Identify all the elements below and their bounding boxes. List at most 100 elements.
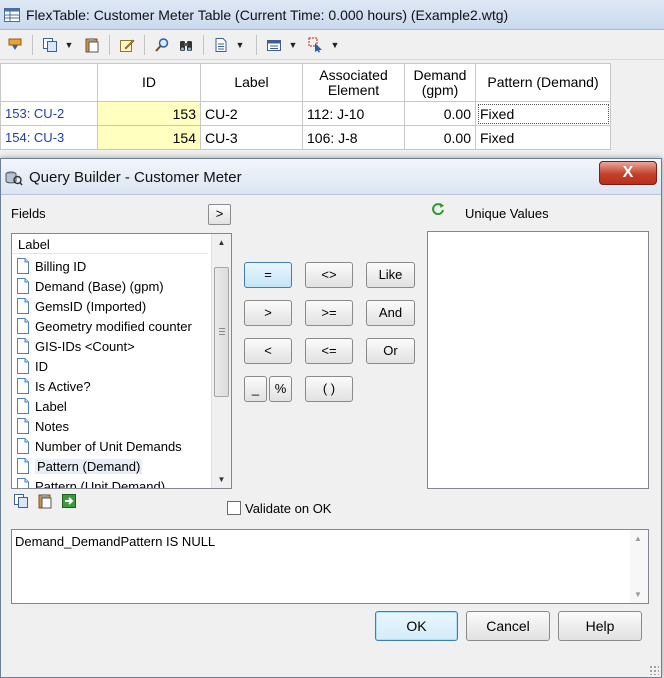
cell-id[interactable]: 153: [97, 101, 201, 126]
help-button[interactable]: Help: [558, 611, 642, 641]
scroll-up-icon[interactable]: ▲: [634, 534, 642, 543]
scrollbar-thumb[interactable]: [214, 267, 229, 397]
zoom-to-button[interactable]: [4, 34, 26, 56]
field-list-item-label: ID: [35, 358, 48, 374]
dialog-title-bar: Query Builder - Customer Meter X: [1, 159, 661, 195]
ok-button[interactable]: OK: [375, 611, 458, 641]
column-header-pattern-demand[interactable]: Pattern (Demand): [475, 63, 611, 102]
cell-demand[interactable]: 0.00: [404, 101, 476, 126]
field-list-item[interactable]: Pattern (Unit Demand): [16, 476, 166, 489]
field-list-item[interactable]: GemsID (Imported): [16, 296, 146, 316]
less-or-equal-button[interactable]: <=: [305, 338, 353, 364]
scroll-down-icon[interactable]: ▼: [634, 590, 642, 599]
edit-button[interactable]: [116, 34, 138, 56]
cell-demand[interactable]: 0.00: [404, 125, 476, 150]
paste-icon: [85, 37, 99, 52]
copy-button[interactable]: [39, 34, 61, 56]
copy-dropdown-arrow[interactable]: ▼: [63, 34, 75, 56]
report-dropdown-arrow[interactable]: ▼: [234, 34, 246, 56]
toolbar-separator: [32, 34, 33, 55]
and-button[interactable]: And: [366, 300, 415, 326]
add-field-button[interactable]: >: [208, 204, 231, 225]
unique-values-list[interactable]: [427, 231, 649, 489]
options-dropdown-arrow[interactable]: ▼: [287, 34, 299, 56]
toolbar-separator: [203, 34, 204, 55]
greater-or-equal-button[interactable]: >=: [305, 300, 353, 326]
percent-wildcard-button[interactable]: %: [269, 376, 292, 402]
cell-id[interactable]: 154: [97, 125, 201, 150]
scroll-down-icon[interactable]: ▼: [212, 471, 231, 488]
refresh-icon[interactable]: [431, 202, 445, 216]
document-icon: [17, 478, 29, 488]
resize-grip[interactable]: [649, 665, 659, 675]
flextable-grid: ID Label Associated Element Demand (gpm)…: [0, 63, 611, 150]
close-icon: X: [622, 164, 634, 181]
validate-on-ok-label: Validate on OK: [245, 501, 332, 516]
field-list-item[interactable]: Geometry modified counter: [16, 316, 192, 336]
cancel-button[interactable]: Cancel: [466, 611, 550, 641]
column-header-demand[interactable]: Demand (gpm): [404, 63, 476, 102]
field-list-item[interactable]: GIS-IDs <Count>: [16, 336, 135, 356]
fields-list[interactable]: Label Billing ID Demand (Base) (gpm) GemsI…: [11, 233, 232, 489]
cell-associated-element[interactable]: 112: J-10: [302, 101, 405, 126]
copy-field-icon[interactable]: [13, 493, 29, 509]
field-list-item[interactable]: Billing ID: [16, 256, 86, 276]
scroll-up-icon[interactable]: ▲: [212, 234, 231, 251]
filter-button[interactable]: [305, 34, 327, 56]
field-list-item[interactable]: Pattern (Demand): [16, 456, 143, 476]
document-icon: [17, 398, 29, 414]
document-icon: [17, 318, 29, 334]
field-list-item-label: Pattern (Demand): [35, 458, 143, 474]
filter-dropdown-arrow[interactable]: ▼: [329, 34, 341, 56]
field-list-item[interactable]: Number of Unit Demands: [16, 436, 182, 456]
table-row[interactable]: 154: CU-3 154 CU-3 106: J-8 0.00 Fixed: [0, 125, 611, 150]
query-scrollbar[interactable]: ▲ ▼: [630, 530, 648, 603]
field-list-item-label: Billing ID: [35, 258, 87, 274]
field-list-item[interactable]: ID: [16, 356, 48, 376]
document-icon: [17, 258, 29, 274]
find-button[interactable]: [151, 34, 173, 56]
column-header-label[interactable]: Label: [200, 63, 303, 102]
field-list-item[interactable]: Demand (Base) (gpm): [16, 276, 164, 296]
field-list-item-label: Pattern (Unit Demand): [35, 478, 166, 489]
cell-pattern-demand[interactable]: Fixed: [475, 125, 611, 150]
equals-button[interactable]: =: [244, 262, 292, 288]
cell-label[interactable]: CU-3: [200, 125, 303, 150]
column-header-associated-element[interactable]: Associated Element: [302, 63, 405, 102]
paste-field-icon[interactable]: [37, 493, 53, 509]
insert-field-icon[interactable]: [61, 493, 77, 509]
paste-button[interactable]: [81, 34, 103, 56]
underscore-wildcard-button[interactable]: _: [244, 376, 267, 402]
row-header[interactable]: 154: CU-3: [0, 125, 98, 150]
options-button[interactable]: [263, 34, 285, 56]
validate-on-ok-checkbox[interactable]: [227, 501, 241, 515]
document-icon: [17, 418, 29, 434]
fields-scrollbar[interactable]: ▲ ▼: [211, 234, 231, 488]
field-list-item[interactable]: Notes: [16, 416, 69, 436]
flextable-title-bar: FlexTable: Customer Meter Table (Current…: [0, 0, 664, 30]
close-button[interactable]: X: [599, 161, 657, 185]
greater-than-button[interactable]: >: [244, 300, 292, 326]
unique-values-label: Unique Values: [465, 206, 549, 221]
table-row[interactable]: 153: CU-2 153 CU-2 112: J-10 0.00 Fixed: [0, 101, 611, 126]
report-button[interactable]: [210, 34, 232, 56]
less-than-button[interactable]: <: [244, 338, 292, 364]
like-button[interactable]: Like: [366, 262, 415, 288]
or-button[interactable]: Or: [366, 338, 415, 364]
cell-label[interactable]: CU-2: [200, 101, 303, 126]
not-equals-button[interactable]: <>: [305, 262, 353, 288]
query-text-area[interactable]: Demand_DemandPattern IS NULL ▲ ▼: [11, 529, 649, 604]
column-header-id[interactable]: ID: [97, 63, 201, 102]
field-list-item-label: Notes: [35, 418, 69, 434]
field-list-item[interactable]: Label: [16, 396, 67, 416]
filter-icon: [308, 37, 322, 52]
binoculars-button[interactable]: [175, 34, 197, 56]
parentheses-button[interactable]: ( ): [305, 376, 353, 402]
cell-pattern-demand[interactable]: Fixed: [475, 101, 611, 126]
query-text: Demand_DemandPattern IS NULL: [15, 534, 216, 549]
fields-label: Fields: [11, 206, 46, 221]
row-header[interactable]: 153: CU-2: [0, 101, 98, 126]
field-list-item[interactable]: Is Active?: [16, 376, 91, 396]
table-header-row: ID Label Associated Element Demand (gpm)…: [0, 63, 611, 102]
cell-associated-element[interactable]: 106: J-8: [302, 125, 405, 150]
